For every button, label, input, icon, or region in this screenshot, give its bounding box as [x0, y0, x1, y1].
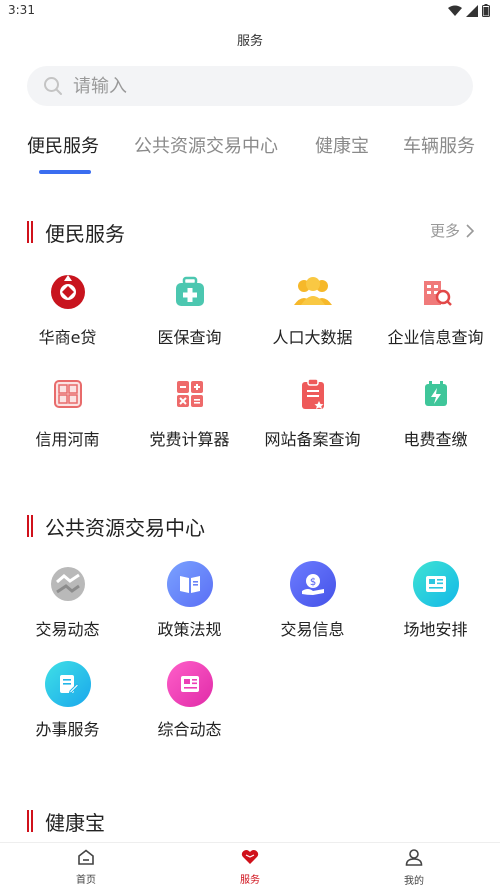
section-title-jiankang: 健康宝: [27, 808, 105, 835]
heart-icon: [241, 849, 259, 864]
signal-icon: [466, 4, 478, 17]
section-marker: [27, 515, 31, 537]
document-edit-icon: [44, 660, 92, 708]
service-party-fee-calculator[interactable]: 党费计算器: [127, 370, 252, 450]
service-label: 交易信息: [280, 620, 345, 639]
status-time: 3:31: [8, 3, 35, 17]
section-heading: 公共资源交易中心: [45, 515, 205, 540]
service-credit-henan[interactable]: 信用河南: [5, 370, 130, 450]
section-marker: [27, 221, 31, 243]
service-venue-arrangement[interactable]: 场地安排: [373, 560, 498, 640]
service-label: 网站备案查询: [264, 430, 361, 449]
section-title-gonggong: 公共资源交易中心: [27, 513, 205, 540]
service-medical-query[interactable]: 医保查询: [127, 268, 252, 348]
nav-profile[interactable]: 我的: [374, 849, 454, 887]
service-label: 电费查缴: [403, 430, 468, 449]
service-electricity-bill[interactable]: 电费查缴: [373, 370, 498, 450]
wifi-icon: [448, 5, 462, 16]
news-card-icon: [412, 560, 460, 608]
battery-icon: [482, 4, 490, 17]
tab-cheliang[interactable]: 车辆服务: [403, 132, 475, 158]
section-title-bianmin: 便民服务: [27, 219, 125, 246]
status-icons: [448, 4, 490, 17]
nav-label: 首页: [76, 875, 96, 886]
calculator-icon: [166, 370, 214, 418]
service-trade-news[interactable]: 交易动态: [5, 560, 130, 640]
newspaper-icon: [166, 660, 214, 708]
service-huashang-loan[interactable]: 华商e贷: [5, 268, 130, 348]
section-heading: 健康宝: [45, 810, 105, 835]
section-heading: 便民服务: [45, 221, 125, 246]
search-input[interactable]: [73, 75, 433, 97]
tab-bianmin[interactable]: 便民服务: [27, 132, 99, 158]
service-label: 综合动态: [157, 720, 222, 739]
category-tabs: 便民服务 公共资源交易中心 健康宝 车辆服务: [0, 124, 500, 174]
nav-home[interactable]: 首页: [46, 849, 126, 886]
service-enterprise-query[interactable]: 企业信息查询: [373, 268, 498, 348]
user-icon: [405, 849, 423, 866]
building-search-icon: [412, 268, 460, 316]
search-icon: [44, 77, 62, 95]
service-label: 医保查询: [157, 328, 222, 347]
policy-book-icon: [166, 560, 214, 608]
service-label: 场地安排: [403, 620, 468, 639]
more-label: 更多: [429, 222, 460, 240]
bottom-navigation: 首页 服务 我的: [0, 842, 500, 888]
nav-label: 我的: [404, 876, 424, 887]
svg-text:$: $: [309, 577, 315, 588]
tab-jiankang[interactable]: 健康宝: [315, 132, 369, 158]
more-link[interactable]: 更多: [430, 220, 474, 241]
status-bar: 3:31: [0, 0, 500, 22]
service-website-filing-query[interactable]: 网站备案查询: [250, 370, 375, 450]
service-general-news[interactable]: 综合动态: [127, 660, 252, 740]
huashang-loan-icon: [44, 268, 92, 316]
service-label: 办事服务: [35, 720, 100, 739]
seal-stamp-icon: [44, 370, 92, 418]
service-label: 企业信息查询: [387, 328, 484, 347]
section-marker: [27, 810, 31, 832]
service-label: 党费计算器: [149, 430, 230, 449]
service-label: 信用河南: [35, 430, 100, 449]
service-trade-info[interactable]: $ 交易信息: [250, 560, 375, 640]
people-group-icon: [289, 268, 337, 316]
home-icon: [78, 849, 94, 865]
page-title: 服务: [236, 34, 263, 49]
search-bar[interactable]: [27, 66, 473, 106]
active-tab-indicator: [39, 170, 91, 174]
clipboard-star-icon: [289, 370, 337, 418]
nav-services[interactable]: 服务: [210, 849, 290, 886]
money-hand-icon: $: [289, 560, 337, 608]
service-policy-regulations[interactable]: 政策法规: [127, 560, 252, 640]
nav-label: 服务: [240, 875, 260, 886]
battery-bolt-icon: [412, 370, 460, 418]
service-office-services[interactable]: 办事服务: [5, 660, 130, 740]
exchange-icon: [44, 560, 92, 608]
service-label: 人口大数据: [272, 328, 353, 347]
service-label: 华商e贷: [38, 328, 97, 347]
tab-gonggong[interactable]: 公共资源交易中心: [134, 132, 278, 158]
chevron-right-icon: [466, 223, 474, 238]
medical-kit-icon: [166, 268, 214, 316]
service-label: 政策法规: [157, 620, 222, 639]
service-population-data[interactable]: 人口大数据: [250, 268, 375, 348]
service-label: 交易动态: [35, 620, 100, 639]
